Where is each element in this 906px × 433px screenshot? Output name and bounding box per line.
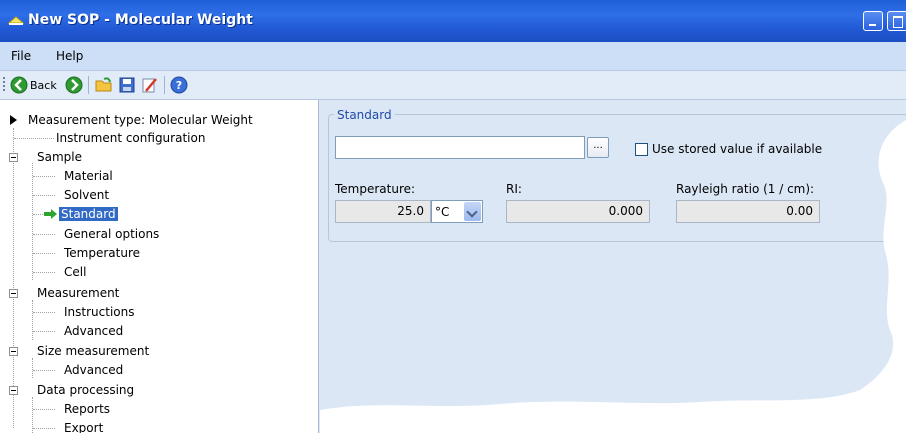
collapse-icon[interactable] [9,347,18,356]
collapse-icon[interactable] [9,153,18,162]
back-icon[interactable] [10,76,28,94]
standard-name-input[interactable] [335,136,585,159]
tree-line [33,370,55,371]
tree-item-size-measurement[interactable]: Size measurement [37,344,149,358]
minimize-button[interactable] [863,11,883,31]
temperature-unit-select[interactable]: °C [431,200,483,223]
tree-item-data-processing[interactable]: Data processing [37,383,134,397]
temperature-field[interactable]: 25.0 [335,200,431,223]
back-button-label[interactable]: Back [30,79,57,92]
tree-line [14,138,54,139]
temperature-label: Temperature: [335,182,416,196]
tree-item-cell[interactable]: Cell [64,265,86,279]
edit-icon[interactable] [141,76,159,94]
tree-item-advanced[interactable]: Advanced [64,363,123,377]
app-icon [8,16,24,25]
tree-item-measurement-type[interactable]: Measurement type: Molecular Weight [28,113,253,127]
sop-tree: Measurement type: Molecular Weight Instr… [0,100,319,433]
tree-item-measurement[interactable]: Measurement [37,286,119,300]
tree-line [32,300,33,340]
tree-line [33,234,55,235]
forward-icon[interactable] [65,76,83,94]
tree-line [13,128,14,428]
tree-item-solvent[interactable]: Solvent [64,188,109,202]
menu-file[interactable]: File [11,49,31,63]
svg-text:?: ? [176,79,182,92]
tree-item-temperature[interactable]: Temperature [64,246,140,260]
tree-item-export[interactable]: Export [64,421,103,433]
open-folder-icon[interactable] [95,76,113,94]
temperature-unit-value: °C [435,205,450,219]
tree-item-instructions[interactable]: Instructions [64,305,134,319]
menu-bar: File Help [0,42,906,71]
tree-item-instrument-configuration[interactable]: Instrument configuration [56,131,205,145]
tree-line [33,409,55,410]
sop-window: New SOP - Molecular Weight File Help Bac… [0,0,906,433]
tree-item-sample[interactable]: Sample [37,150,82,164]
tree-line [33,214,43,215]
tree-line [32,358,33,378]
tree-line [33,176,55,177]
ri-field[interactable]: 0.000 [506,200,650,223]
tree-item-material[interactable]: Material [64,169,113,183]
title-bar[interactable]: New SOP - Molecular Weight [0,0,906,42]
toolbar-separator [164,76,165,94]
tree-item-advanced[interactable]: Advanced [64,324,123,338]
standard-group-title: Standard [334,108,395,122]
chevron-down-icon[interactable] [464,202,481,221]
tree-line [33,331,55,332]
ri-label: RI: [506,182,522,196]
maximize-button[interactable] [887,11,906,31]
save-icon[interactable] [118,76,136,94]
window-title: New SOP - Molecular Weight [28,12,253,28]
menu-help[interactable]: Help [56,49,83,63]
tree-item-reports[interactable]: Reports [64,402,110,416]
collapse-icon[interactable] [9,386,18,395]
tree-line [32,163,33,280]
expand-arrow-icon[interactable] [10,115,17,125]
toolbar-separator [88,76,89,94]
use-stored-checkbox[interactable] [635,143,648,156]
toolbar: Back ? [0,71,906,100]
tree-line [33,312,55,313]
tree-line [33,195,55,196]
toolbar-grip[interactable] [3,77,5,93]
collapse-icon[interactable] [9,289,18,298]
help-icon[interactable]: ? [170,76,188,94]
standard-panel: Standard ... Use stored value if availab… [319,100,906,433]
green-arrow-icon [44,209,57,219]
browse-button[interactable]: ... [587,137,609,158]
use-stored-label[interactable]: Use stored value if available [652,142,822,156]
tree-line [33,428,55,429]
tree-line [33,253,55,254]
tree-line [33,272,55,273]
rayleigh-ratio-label: Rayleigh ratio (1 / cm): [676,182,815,196]
tree-item-general-options[interactable]: General options [64,227,159,241]
rayleigh-ratio-field[interactable]: 0.00 [676,200,820,223]
tree-item-standard[interactable]: Standard [59,207,118,221]
